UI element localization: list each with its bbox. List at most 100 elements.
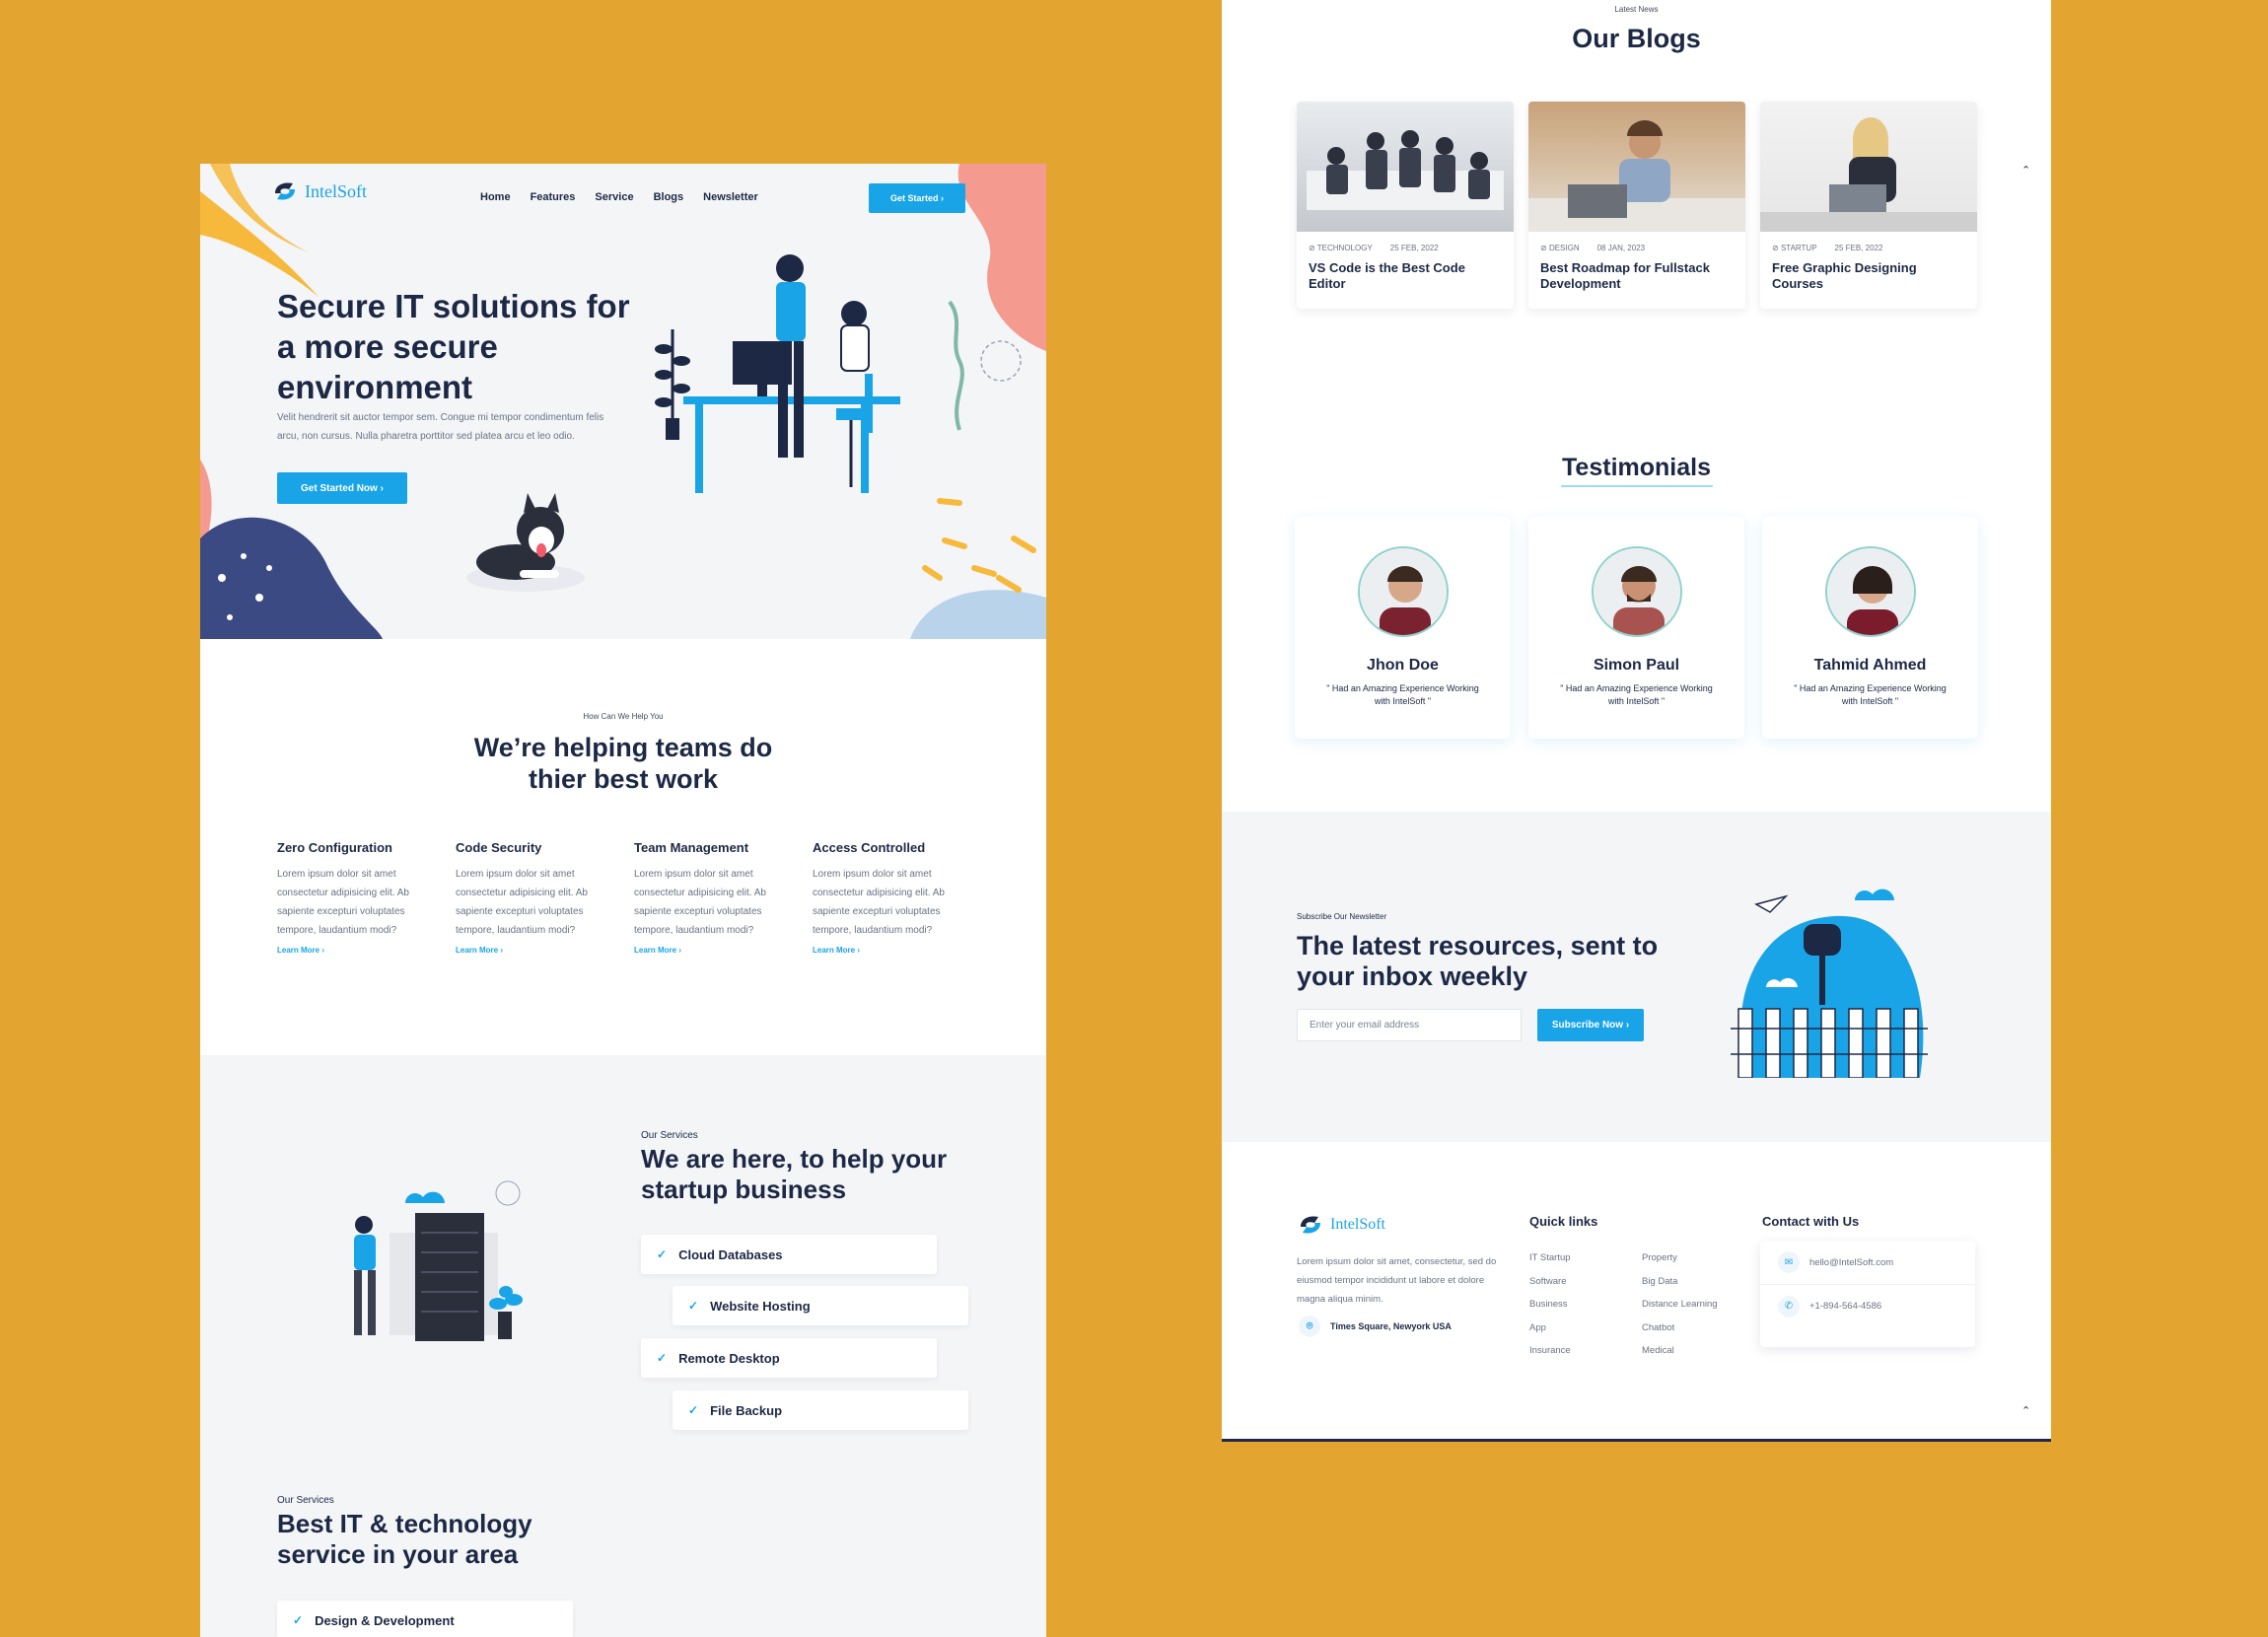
- help-eyebrow: How Can We Help You: [583, 712, 664, 721]
- blog-card[interactable]: ⊘ DESIGN 08 JAN, 2023 Best Roadmap for Fu…: [1528, 102, 1745, 309]
- newsletter-tag: Subscribe Our Newsletter: [1297, 912, 1387, 921]
- quick-link[interactable]: Medical: [1642, 1339, 1718, 1363]
- contact-title: Contact with Us: [1762, 1214, 1860, 1229]
- chevron-right-icon: ›: [678, 946, 682, 955]
- scroll-up-icon[interactable]: ⌃: [2021, 164, 2030, 177]
- blogs-title: Our Blogs: [1572, 24, 1701, 53]
- woman-laptop-photo: [1760, 117, 1977, 232]
- testimonial-name: Jhon Doe: [1367, 657, 1439, 674]
- services-section: Our Services We are here, to help your s…: [200, 1055, 1046, 1637]
- chevron-right-icon: ›: [857, 946, 861, 955]
- blog-card[interactable]: ⊘ STARTUP 25 FEB, 2022 Free Graphic Desig…: [1760, 102, 1977, 309]
- blog-category: ⊘ TECHNOLOGY: [1309, 244, 1373, 252]
- quick-link[interactable]: Business: [1529, 1293, 1571, 1317]
- newsletter-section: Subscribe Our Newsletter The latest reso…: [1222, 812, 2051, 1142]
- chevron-right-icon: ›: [321, 946, 325, 955]
- quick-link[interactable]: Property: [1642, 1246, 1718, 1270]
- top-navigation: IntelSoft Home Features Service Blogs Ne…: [200, 179, 1046, 219]
- feature-title: Team Management: [634, 840, 749, 855]
- services-title-2: Best IT & technology service in your are…: [277, 1509, 532, 1569]
- quick-link[interactable]: App: [1529, 1317, 1571, 1340]
- testimonial-card: Tahmid Ahmed " Had an Amazing Experience…: [1762, 517, 1978, 739]
- get-started-button[interactable]: Get Started ›: [869, 183, 965, 213]
- hero-title: Secure IT solutions for a more secure en…: [277, 288, 630, 405]
- feature-text: Lorem ipsum dolor sit amet consectetur a…: [634, 869, 766, 936]
- blog-title[interactable]: VS Code is the Best Code Editor: [1297, 252, 1514, 292]
- service-item-remote-desktop[interactable]: ✓ Remote Desktop: [641, 1338, 937, 1378]
- service-item-design-development[interactable]: ✓ Design & Development: [277, 1601, 573, 1637]
- subscribe-label: Subscribe Now: [1551, 1020, 1624, 1031]
- subscribe-now-button[interactable]: Subscribe Now ›: [1537, 1009, 1644, 1041]
- learn-more-link[interactable]: Learn More ›: [634, 946, 813, 955]
- footer-brand-name: IntelSoft: [1330, 1216, 1385, 1233]
- service-item-label: Remote Desktop: [678, 1350, 780, 1366]
- services-title: We are here, to help your startup busine…: [641, 1144, 948, 1204]
- feature-card: Team Management Lorem ipsum dolor sit am…: [634, 840, 813, 955]
- get-started-now-button[interactable]: Get Started Now ›: [277, 472, 407, 504]
- service-item-website-hosting[interactable]: ✓ Website Hosting: [673, 1286, 968, 1325]
- learn-more-label: Learn More: [277, 946, 320, 955]
- blog-title[interactable]: Best Roadmap for Fullstack Development: [1528, 252, 1745, 292]
- learn-more-link[interactable]: Learn More ›: [813, 946, 991, 955]
- chevron-right-icon: ›: [500, 946, 504, 955]
- check-icon: ✓: [657, 1247, 668, 1261]
- quick-link[interactable]: Insurance: [1529, 1339, 1571, 1363]
- blog-image: [1528, 102, 1745, 232]
- nav-item-blogs[interactable]: Blogs: [654, 191, 684, 203]
- blog-image: [1297, 102, 1514, 232]
- nav-item-home[interactable]: Home: [480, 191, 511, 203]
- contact-email[interactable]: ✉ hello@IntelSoft.com: [1760, 1241, 1975, 1284]
- quick-links-title: Quick links: [1529, 1214, 1598, 1229]
- blog-category-label: DESIGN: [1548, 244, 1580, 252]
- quick-link[interactable]: Chatbot: [1642, 1317, 1718, 1340]
- link-icon: ⊘: [1540, 244, 1547, 252]
- location-pin-icon: ⌾: [1299, 1316, 1320, 1337]
- chevron-right-icon: ›: [941, 193, 945, 203]
- email-input[interactable]: Enter your email address: [1297, 1009, 1522, 1041]
- contact-phone[interactable]: ✆ +1-894-564-4586: [1760, 1284, 1975, 1327]
- meeting-photo: [1307, 130, 1504, 210]
- blog-image: [1760, 102, 1977, 232]
- quick-link[interactable]: Software: [1529, 1270, 1571, 1294]
- blog-category-label: STARTUP: [1780, 244, 1817, 252]
- footer-address: ⌾ Times Square, Newyork USA: [1299, 1316, 1452, 1337]
- blog-date: 25 FEB, 2022: [1389, 244, 1439, 252]
- quick-link[interactable]: Distance Learning: [1642, 1293, 1718, 1317]
- testimonial-list: Jhon Doe " Had an Amazing Experience Wor…: [1295, 517, 1978, 739]
- back-to-top-icon[interactable]: ⌃: [2021, 1404, 2030, 1417]
- blog-date: 08 JAN, 2023: [1596, 244, 1646, 252]
- blog-list: ⊘ TECHNOLOGY 25 FEB, 2022 VS Code is the …: [1297, 102, 1977, 309]
- blog-card[interactable]: ⊘ TECHNOLOGY 25 FEB, 2022 VS Code is the …: [1297, 102, 1514, 309]
- services-tag: Our Services: [641, 1130, 698, 1141]
- learn-more-label: Learn More: [634, 946, 677, 955]
- nav-item-service[interactable]: Service: [595, 191, 633, 203]
- quick-link[interactable]: IT Startup: [1529, 1246, 1571, 1270]
- blog-meta: ⊘ TECHNOLOGY 25 FEB, 2022: [1297, 232, 1514, 252]
- hero-section: IntelSoft Home Features Service Blogs Ne…: [200, 164, 1046, 639]
- service-item-label: Cloud Databases: [678, 1246, 783, 1262]
- learn-more-link[interactable]: Learn More ›: [456, 946, 634, 955]
- services-tag-2: Our Services: [277, 1495, 334, 1506]
- nav-item-features[interactable]: Features: [531, 191, 576, 203]
- blog-title[interactable]: Free Graphic Designing Courses: [1760, 252, 1977, 292]
- brand-logo[interactable]: IntelSoft: [271, 179, 367, 203]
- footer-logo[interactable]: IntelSoft: [1297, 1213, 1385, 1237]
- quick-links-column-2: Property Big Data Distance Learning Chat…: [1642, 1246, 1718, 1363]
- office-illustration: [655, 254, 900, 493]
- learn-more-link[interactable]: Learn More ›: [277, 946, 456, 955]
- service-item-cloud-databases[interactable]: ✓ Cloud Databases: [641, 1235, 937, 1274]
- quick-link[interactable]: Big Data: [1642, 1270, 1718, 1294]
- testimonial-quote: " Had an Amazing Experience Working with…: [1794, 683, 1947, 706]
- get-started-now-label: Get Started Now: [301, 482, 378, 494]
- chevron-right-icon: ›: [380, 482, 384, 494]
- learn-more-label: Learn More: [813, 946, 856, 955]
- learn-more-label: Learn More: [456, 946, 499, 955]
- brand-logo-icon: [275, 182, 295, 200]
- help-title: We’re helping teams do thier best work: [200, 732, 1046, 795]
- dog-illustration: [466, 493, 585, 592]
- nav-item-newsletter[interactable]: Newsletter: [703, 191, 758, 203]
- service-item-file-backup[interactable]: ✓ File Backup: [673, 1390, 968, 1430]
- mail-icon: ✉: [1778, 1251, 1800, 1273]
- service-item-label: Website Hosting: [710, 1298, 811, 1314]
- quick-links-column-1: IT Startup Software Business App Insuran…: [1529, 1246, 1571, 1363]
